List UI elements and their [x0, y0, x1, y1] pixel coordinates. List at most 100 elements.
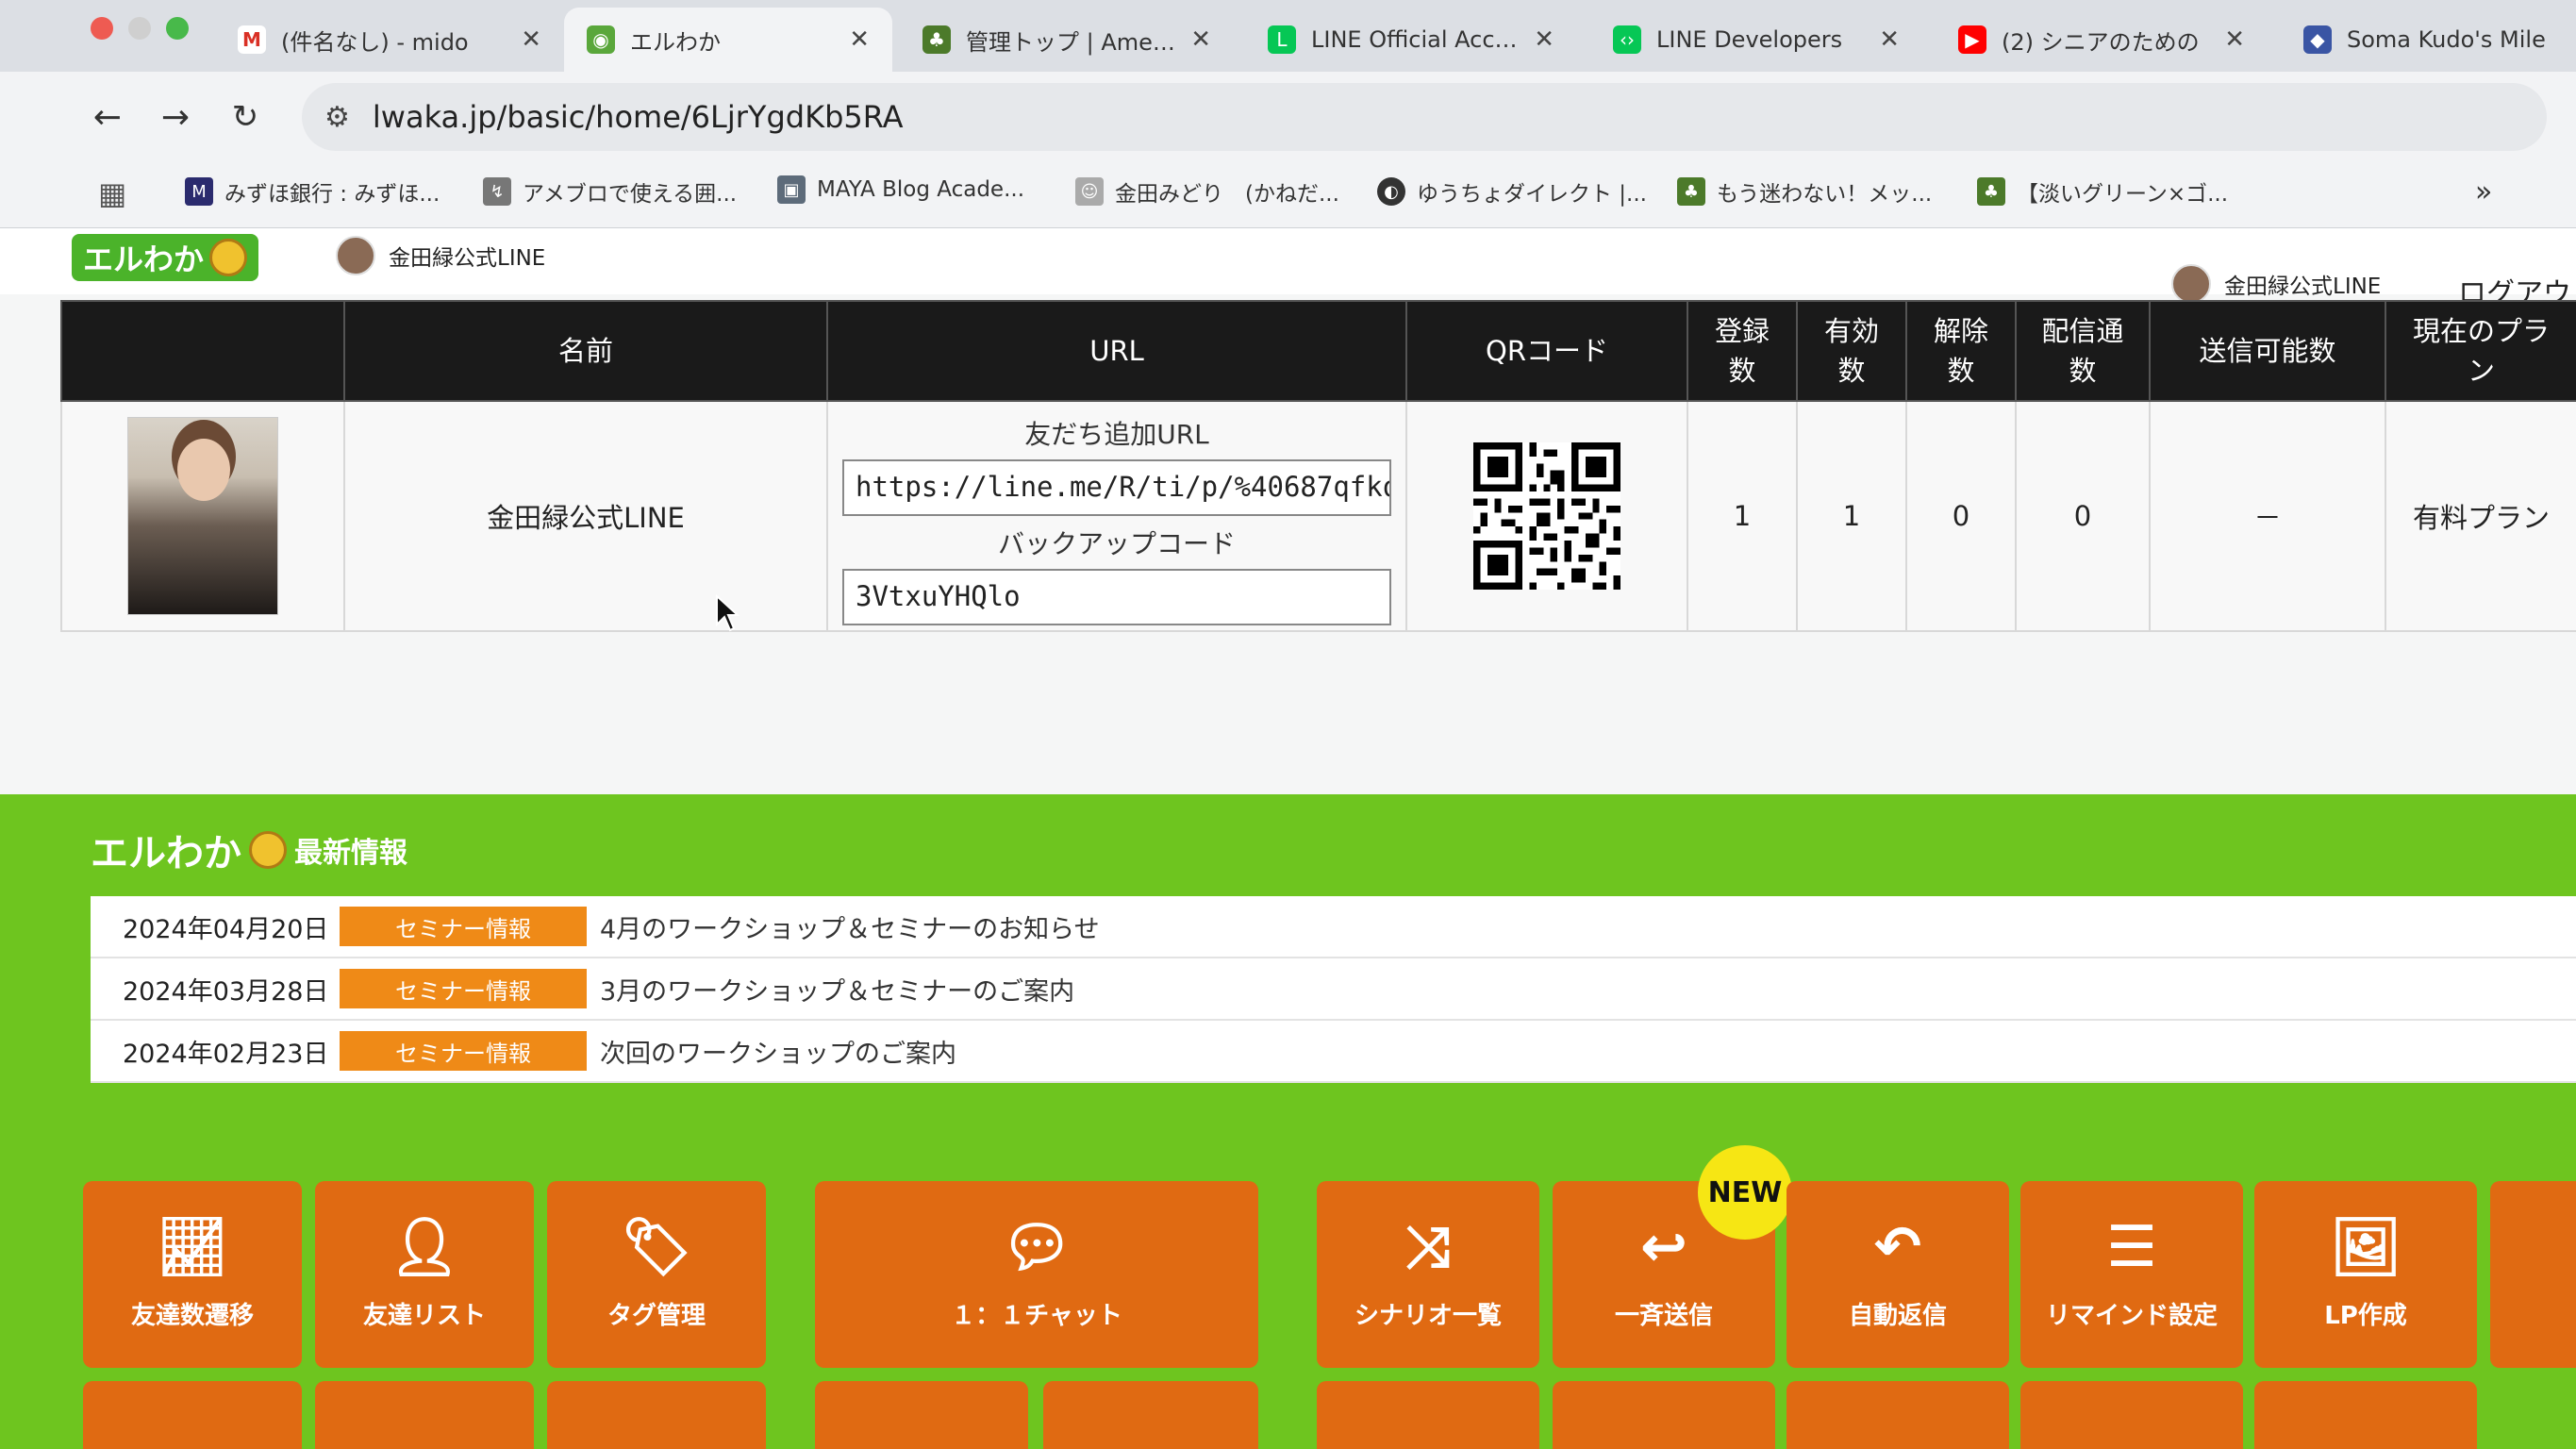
- site-info-icon[interactable]: ⚙: [324, 101, 350, 134]
- bookmark-label: 【淡いグリーン×ゴ...: [2017, 182, 2229, 207]
- menu-button-row2[interactable]: [547, 1381, 766, 1449]
- menu-button-row2[interactable]: [315, 1381, 534, 1449]
- col-name: 名前: [343, 300, 828, 402]
- minimize-window-button[interactable]: [128, 17, 151, 40]
- lp-create-button[interactable]: 🖼︎ LP作成: [2254, 1181, 2477, 1368]
- tab-gmail[interactable]: M (件名なし) - mido ✕: [215, 8, 564, 72]
- bookmark-maya[interactable]: ▣ MAYA Blog Acade...: [777, 175, 1024, 204]
- news-item[interactable]: 2024年02月23日 セミナー情報 次回のワークショップのご案内: [91, 1021, 2576, 1083]
- friend-list-button[interactable]: 👤︎ 友達リスト: [315, 1181, 534, 1368]
- menu-button-row2[interactable]: [2020, 1381, 2243, 1449]
- backup-code-field[interactable]: 3VtxuYHQlo: [842, 569, 1391, 625]
- monkey-mascot-icon: [209, 239, 248, 276]
- tab-strip: M (件名なし) - mido ✕ ◉ エルわか ✕ ♣ 管理トップ | Ame…: [0, 0, 2576, 72]
- news-date: 2024年04月20日: [123, 914, 329, 944]
- maya-icon: ▣: [777, 175, 806, 204]
- news-date: 2024年03月28日: [123, 976, 329, 1007]
- bookmarks-bar: ▦ M みずほ銀行 : みずほ... ↯ アメブロで使える囲... ▣ MAYA…: [0, 162, 2576, 228]
- tab-soma[interactable]: ◆ Soma Kudo's Mile: [2281, 8, 2576, 72]
- reload-button[interactable]: ↻: [219, 91, 272, 143]
- auto-reply-button[interactable]: ↶ 自動返信: [1787, 1181, 2009, 1368]
- close-tab-icon[interactable]: ✕: [2224, 25, 2245, 54]
- menu-button-partial[interactable]: [2490, 1181, 2576, 1368]
- news-title: 最新情報: [294, 837, 407, 870]
- bookmark-label: みずほ銀行 : みずほ...: [224, 182, 440, 207]
- menu-button-row2[interactable]: [1317, 1381, 1539, 1449]
- one-on-one-chat-button[interactable]: 💬︎ １：１チャット: [815, 1181, 1258, 1368]
- menu-button-row2[interactable]: [2254, 1381, 2477, 1449]
- app-header: エルわか 金田緑公式LINE 金田緑公式LINE ログアウ: [0, 228, 2576, 310]
- close-tab-icon[interactable]: ✕: [1879, 25, 1900, 54]
- close-tab-icon[interactable]: ✕: [1190, 25, 1211, 54]
- list-icon: ☰: [2106, 1213, 2157, 1280]
- youtube-icon: ▶: [1958, 25, 1986, 54]
- header-account[interactable]: 金田緑公式LINE: [2171, 264, 2381, 304]
- news-item[interactable]: 2024年04月20日 セミナー情報 4月のワークショップ＆セミナーのお知らせ: [91, 896, 2576, 958]
- table-row: 金田緑公式LINE 友だち追加URL https://line.me/R/ti/…: [60, 400, 2576, 632]
- ameba-icon: ♣: [1977, 177, 2005, 206]
- col-delivered: 配信通 数: [2015, 300, 2151, 402]
- bookmark-mizuho[interactable]: M みずほ銀行 : みずほ...: [185, 175, 440, 208]
- tab-title: エルわか: [630, 28, 721, 56]
- news-item[interactable]: 2024年03月28日 セミナー情報 3月のワークショップ＆セミナーのご案内: [91, 958, 2576, 1021]
- logo-text: エルわか: [83, 242, 205, 277]
- menu-button-row2[interactable]: [1553, 1381, 1775, 1449]
- tab-title: 管理トップ | Ameba: [966, 28, 1176, 56]
- active-count: 1: [1796, 400, 1907, 632]
- maximize-window-button[interactable]: [166, 17, 189, 40]
- qr-code-cell: [1405, 400, 1688, 632]
- tab-line-official[interactable]: L LINE Official Accou ✕: [1245, 8, 1577, 72]
- chat-icon: 💬︎: [1000, 1213, 1073, 1280]
- menu-button-row2[interactable]: [1043, 1381, 1258, 1449]
- news-category-badge: セミナー情報: [340, 969, 587, 1008]
- friend-url-field[interactable]: https://line.me/R/ti/p/%40687qfkod: [842, 459, 1391, 516]
- bookmark-green[interactable]: ♣ 【淡いグリーン×ゴ...: [1977, 175, 2228, 208]
- account-name-cell: 金田緑公式LINE: [343, 400, 828, 632]
- monkey-mascot-icon: [249, 831, 287, 869]
- bookmark-midori[interactable]: ☺ 金田みどり (かねだ...: [1075, 175, 1339, 208]
- image-icon: 🖼︎: [2329, 1213, 2402, 1280]
- news-header: エルわか 最新情報: [91, 823, 407, 877]
- mizuho-icon: M: [185, 177, 213, 206]
- news-title-link[interactable]: 3月のワークショップ＆セミナーのご案内: [600, 971, 1074, 1008]
- url-cell: 友だち追加URL https://line.me/R/ti/p/%40687qf…: [826, 400, 1407, 632]
- back-button[interactable]: ←: [81, 91, 134, 143]
- close-tab-icon[interactable]: ✕: [1534, 25, 1554, 54]
- more-bookmarks-button[interactable]: »: [2475, 175, 2492, 208]
- tab-line-developers[interactable]: ‹› LINE Developers ✕: [1590, 8, 1922, 72]
- lwaka-logo[interactable]: エルわか: [72, 234, 259, 281]
- menu-label: 友達数遷移: [130, 1301, 254, 1330]
- tag-management-button[interactable]: 🏷︎ タグ管理: [547, 1181, 766, 1368]
- menu-button-row2[interactable]: [83, 1381, 302, 1449]
- url-text[interactable]: lwaka.jp/basic/home/6LjrYgdKb5RA: [373, 99, 904, 135]
- qr-code-image[interactable]: [1473, 442, 1620, 590]
- news-title-link[interactable]: 次回のワークショップのご案内: [600, 1033, 956, 1070]
- apps-icon[interactable]: ▦: [98, 175, 126, 211]
- forward-button[interactable]: →: [149, 91, 202, 143]
- menu-label: LP作成: [2324, 1301, 2407, 1330]
- close-tab-icon[interactable]: ✕: [849, 25, 870, 54]
- news-category-badge: セミナー情報: [340, 1031, 587, 1071]
- close-tab-icon[interactable]: ✕: [521, 25, 541, 54]
- close-window-button[interactable]: [91, 17, 113, 40]
- account-selector[interactable]: 金田緑公式LINE: [336, 236, 545, 275]
- bookmark-message[interactable]: ♣ もう迷わない！メッ...: [1677, 175, 1932, 208]
- bookmark-yucho[interactable]: ◐ ゆうちょダイレクト |...: [1377, 175, 1647, 208]
- scenario-list-button[interactable]: ⤨ シナリオ一覧: [1317, 1181, 1539, 1368]
- tab-ameba[interactable]: ♣ 管理トップ | Ameba ✕: [900, 8, 1234, 72]
- tab-title: LINE Official Accou: [1311, 26, 1520, 53]
- gmail-icon: M: [238, 25, 266, 54]
- news-logo-text: エルわか: [91, 832, 241, 875]
- tab-youtube[interactable]: ▶ (2) シニアのための ✕: [1936, 8, 2268, 72]
- friend-trend-button[interactable]: 📈︎ 友達数遷移: [83, 1181, 302, 1368]
- menu-button-row2[interactable]: [815, 1381, 1028, 1449]
- bookmark-ameblo[interactable]: ↯ アメブロで使える囲...: [483, 175, 737, 208]
- tab-lwaka[interactable]: ◉ エルわか ✕: [564, 8, 892, 72]
- tab-title: Soma Kudo's Mile: [2347, 26, 2546, 53]
- menu-button-row2[interactable]: [1787, 1381, 2009, 1449]
- news-title-link[interactable]: 4月のワークショップ＆セミナーのお知らせ: [600, 908, 1100, 945]
- address-bar[interactable]: ⚙ lwaka.jp/basic/home/6LjrYgdKb5RA: [302, 83, 2547, 151]
- menu-label: リマインド設定: [2045, 1301, 2218, 1330]
- reminder-settings-button[interactable]: ☰ リマインド設定: [2020, 1181, 2243, 1368]
- col-plan: 現在のプラ ン: [2385, 300, 2576, 402]
